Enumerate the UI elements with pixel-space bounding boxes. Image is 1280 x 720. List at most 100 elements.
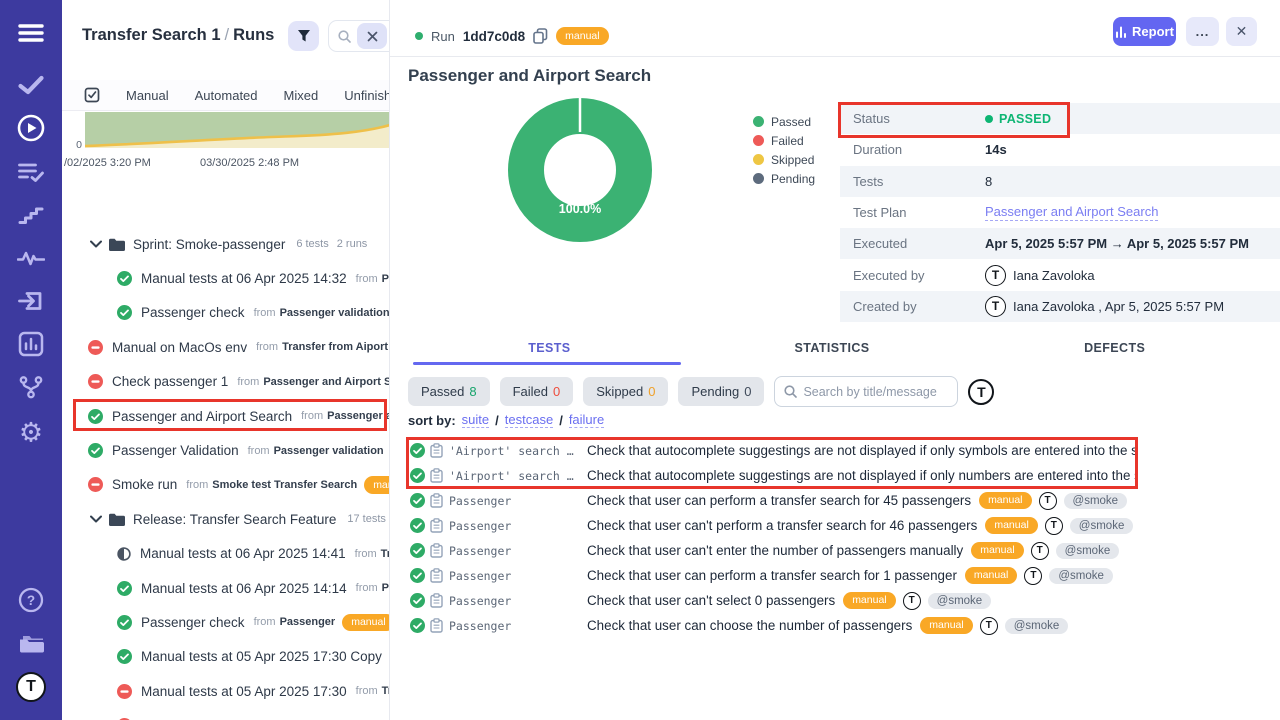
- tab-mixed[interactable]: Mixed: [284, 88, 319, 103]
- runs-tree: Sprint: Smoke-passenger 6 tests 2 runs M…: [62, 227, 390, 720]
- smoke-tag[interactable]: @smoke: [1070, 518, 1134, 534]
- test-row[interactable]: Passenger Check that user can't enter th…: [408, 538, 1268, 563]
- bar-chart-icon[interactable]: [18, 331, 44, 357]
- runs-history-chart[interactable]: [85, 112, 390, 153]
- filter-failed-button[interactable]: Failed0: [500, 377, 574, 406]
- report-button[interactable]: Report: [1113, 17, 1176, 46]
- svg-text:?: ?: [27, 593, 35, 608]
- test-row[interactable]: Passenger Check that user can't perform …: [408, 513, 1268, 538]
- sort-by-suite[interactable]: suite: [462, 412, 489, 428]
- summary-row-duration: Duration 14s: [840, 134, 1280, 165]
- tab-statistics[interactable]: STATISTICS: [691, 341, 974, 355]
- chart-y-tick: 0: [68, 139, 82, 151]
- copy-icon[interactable]: [533, 28, 548, 44]
- clipboard-icon: [430, 443, 443, 458]
- results-donut-chart[interactable]: 100.0%: [506, 96, 654, 249]
- detail-tabs: TESTS STATISTICS DEFECTS: [408, 341, 1256, 355]
- legend-label: Failed: [771, 134, 804, 148]
- test-title: Check that user can't select 0 passenger…: [587, 593, 835, 608]
- test-row[interactable]: 'Airport' search … Check that autocomple…: [408, 463, 1268, 488]
- filter-button[interactable]: [288, 21, 319, 51]
- failed-icon: [88, 477, 103, 492]
- tree-run[interactable]: Manual tests at 06 Apr 2025 14:14 from P…: [62, 571, 390, 605]
- smoke-tag[interactable]: @smoke: [1056, 543, 1120, 559]
- search-icon: [338, 30, 351, 43]
- close-button[interactable]: ✕: [1226, 17, 1257, 46]
- tree-folder[interactable]: Sprint: Smoke-passenger 6 tests 2 runs: [62, 227, 390, 261]
- chevron-down-icon[interactable]: [90, 515, 102, 523]
- run-source: Passenger: [280, 616, 336, 628]
- tree-run[interactable]: Passenger check from Passenger manual 6: [62, 605, 390, 639]
- run-header: Run 1dd7c0d8 manual: [415, 20, 609, 52]
- smoke-tag[interactable]: @smoke: [1064, 493, 1128, 509]
- breadcrumb-project[interactable]: Transfer Search 1: [82, 26, 221, 44]
- assignee-avatar[interactable]: T: [968, 379, 994, 405]
- tab-defects[interactable]: DEFECTS: [973, 341, 1256, 355]
- logo-icon[interactable]: T: [16, 672, 46, 702]
- check-icon[interactable]: [18, 75, 45, 95]
- select-all-icon[interactable]: [84, 87, 100, 103]
- sort-by-failure[interactable]: failure: [569, 412, 604, 428]
- summary-label: Executed: [840, 236, 985, 251]
- steps-icon[interactable]: [18, 205, 44, 225]
- filter-pending-button[interactable]: Pending0: [678, 377, 764, 406]
- smoke-tag[interactable]: @smoke: [928, 593, 992, 609]
- run-label: Passenger and Airport Search: [112, 409, 292, 424]
- tree-run[interactable]: Manual tests at 06 Apr 2025 14:32 from P…: [62, 261, 390, 295]
- test-plan-link[interactable]: Passenger and Airport Search: [985, 204, 1158, 221]
- tree-run[interactable]: Passenger Validation from Passenger vali…: [62, 433, 390, 467]
- tab-tests[interactable]: TESTS: [408, 341, 691, 355]
- gear-icon[interactable]: ⚙: [19, 418, 43, 449]
- smoke-tag[interactable]: @smoke: [1005, 618, 1069, 634]
- folders-icon[interactable]: [17, 633, 45, 655]
- tree-run[interactable]: Passenger check from Passenger validatio…: [62, 296, 390, 330]
- sort-by-testcase[interactable]: testcase: [505, 412, 553, 428]
- tree-run[interactable]: Manual on MacOs env from Transfer from A…: [62, 330, 390, 364]
- summary-row-created-by: Created by TIana Zavoloka , Apr 5, 2025 …: [840, 291, 1280, 322]
- tab-unfinished[interactable]: Unfinished: [344, 88, 390, 103]
- folder-icon: [109, 238, 125, 251]
- pulse-icon[interactable]: [17, 249, 45, 267]
- filter-skipped-button[interactable]: Skipped0: [583, 377, 668, 406]
- tree-run[interactable]: Manual tests at 05 Apr 2025 17:30 from T…: [62, 674, 390, 708]
- summary-label: Duration: [840, 142, 985, 157]
- tests-search-input[interactable]: [803, 385, 943, 399]
- help-icon[interactable]: ?: [18, 587, 44, 613]
- from-label: from: [254, 307, 276, 319]
- tab-manual[interactable]: Manual: [126, 88, 169, 103]
- play-circle-icon[interactable]: [17, 114, 46, 143]
- test-row[interactable]: Passenger Check that user can choose the…: [408, 613, 1268, 638]
- tree-folder[interactable]: Release: Transfer Search Feature 17 test…: [62, 502, 390, 536]
- clear-search-button[interactable]: [357, 23, 387, 49]
- summary-row-testplan: Test Plan Passenger and Airport Search: [840, 197, 1280, 228]
- import-icon[interactable]: [17, 289, 45, 313]
- branch-icon[interactable]: [18, 374, 44, 400]
- test-row[interactable]: 'Airport' search … Check that autocomple…: [408, 438, 1268, 463]
- passed-icon: [410, 618, 425, 633]
- tests-search-box[interactable]: [774, 376, 958, 407]
- more-actions-button[interactable]: ...: [1186, 17, 1219, 46]
- breadcrumb-page: Runs: [233, 26, 274, 44]
- chevron-down-icon[interactable]: [90, 240, 102, 248]
- smoke-tag[interactable]: @smoke: [1049, 568, 1113, 584]
- tree-run[interactable]: Manual tests at 05 Apr 2025 17:30 Copy f…: [62, 640, 390, 674]
- tree-run[interactable]: Check passenger 1 from Passenger and Air…: [62, 365, 390, 399]
- test-row[interactable]: Passenger Check that user can perform a …: [408, 488, 1268, 513]
- from-label: from: [256, 341, 278, 353]
- summary-value: Apr 5, 2025 5:57 PM → Apr 5, 2025 5:57 P…: [985, 236, 1249, 251]
- test-row[interactable]: Passenger Check that user can't select 0…: [408, 588, 1268, 613]
- tree-run-selected[interactable]: Passenger and Airport Search from Passen…: [62, 399, 390, 433]
- list-check-icon[interactable]: [18, 161, 45, 183]
- tree-run[interactable]: Manual tests at 30 Mar 2025 14:43: [62, 708, 390, 720]
- from-label: from: [356, 685, 378, 697]
- tab-automated[interactable]: Automated: [195, 88, 258, 103]
- passed-icon: [410, 468, 425, 483]
- legend-label: Pending: [771, 172, 815, 186]
- tree-run[interactable]: Manual tests at 06 Apr 2025 14:41 from T…: [62, 537, 390, 571]
- filter-passed-button[interactable]: Passed8: [408, 377, 490, 406]
- run-source: Transfer: [381, 548, 390, 560]
- run-source: Passenger: [382, 273, 390, 285]
- tree-run[interactable]: Smoke run from Smoke test Transfer Searc…: [62, 468, 390, 502]
- test-row[interactable]: Passenger Check that user can perform a …: [408, 563, 1268, 588]
- menu-icon[interactable]: [18, 23, 44, 43]
